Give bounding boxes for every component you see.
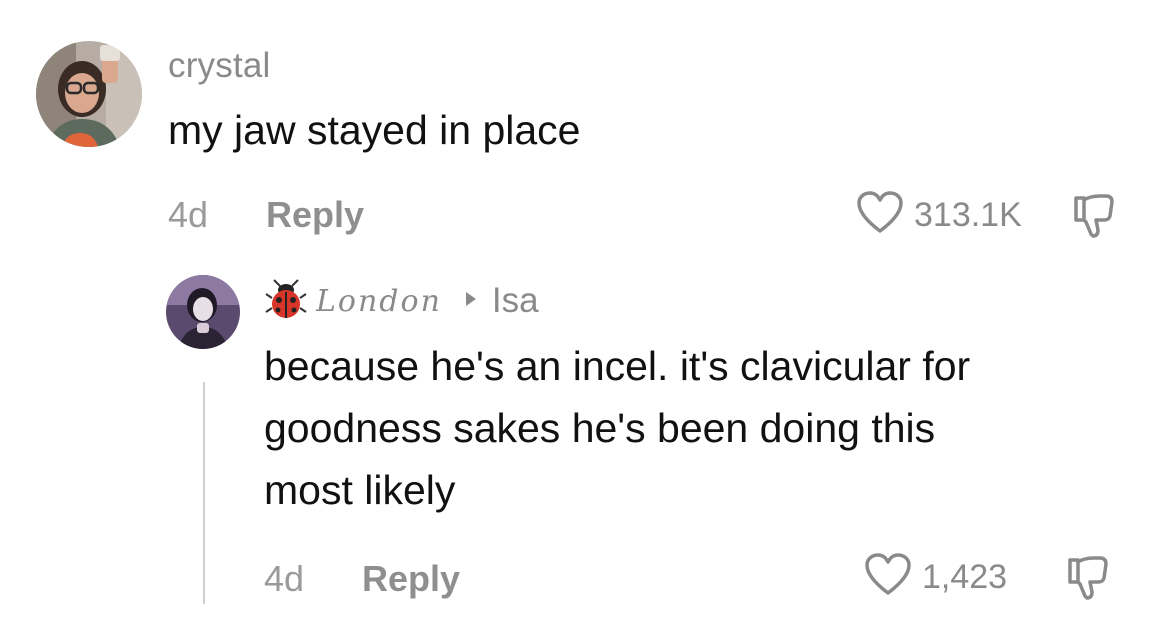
reply-text-line: goodness sakes he's been doing this <box>264 405 936 451</box>
username[interactable]: crystal <box>168 46 271 86</box>
triangle-right-icon <box>464 290 478 313</box>
like-group: 313.1K <box>856 190 1022 240</box>
like-count: 1,423 <box>922 557 1008 596</box>
like-group: 1,423 <box>864 552 1008 602</box>
ladybug-icon <box>264 278 308 325</box>
avatar[interactable] <box>36 41 142 147</box>
reply-text: because he's an incel. it's clavicular f… <box>264 335 970 521</box>
reply-text-line: most likely <box>264 467 456 513</box>
reply-to-username[interactable]: Isa <box>492 281 539 321</box>
thread-line <box>203 382 205 604</box>
reply-button[interactable]: Reply <box>362 558 460 600</box>
heart-outline-icon[interactable] <box>864 552 912 602</box>
thumbs-down-icon[interactable] <box>1070 192 1118 245</box>
reply-header: London Isa <box>264 278 539 325</box>
comment-timestamp: 4d <box>168 194 209 235</box>
reply-button[interactable]: Reply <box>266 194 364 236</box>
reply-avatar[interactable] <box>166 275 240 349</box>
comment-text: my jaw stayed in place <box>168 107 581 153</box>
thumbs-down-icon[interactable] <box>1064 554 1112 607</box>
like-count: 313.1K <box>914 195 1022 234</box>
reply-username[interactable]: London <box>316 284 442 319</box>
heart-outline-icon[interactable] <box>856 190 904 240</box>
reply-timestamp: 4d <box>264 558 305 599</box>
reply-text-line: because he's an incel. it's clavicular f… <box>264 343 971 389</box>
